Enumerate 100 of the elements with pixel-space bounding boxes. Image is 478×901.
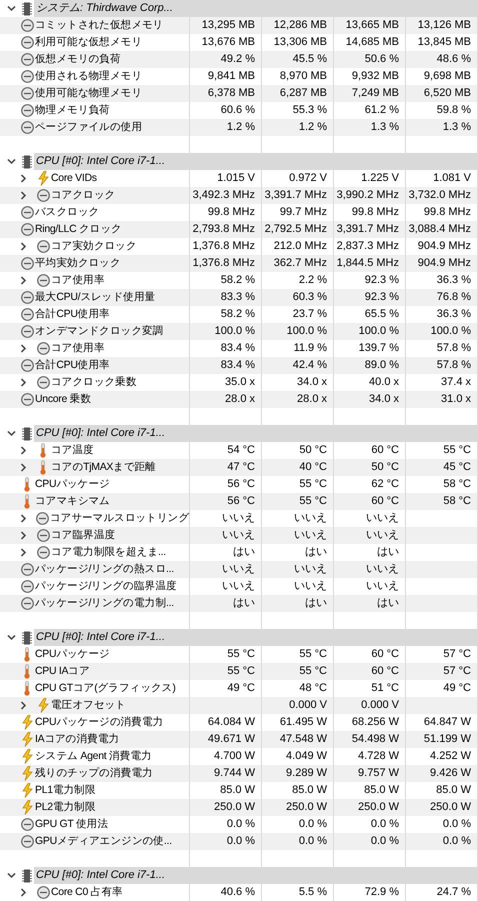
sensor-value: 42.4 % <box>292 358 327 374</box>
chip-icon <box>22 868 32 882</box>
sensor-value: 99.7 MHz <box>280 205 327 220</box>
sensor-label: コア温度 <box>51 442 94 458</box>
sensor-label: PL1電力制限 <box>35 782 96 798</box>
sensor-value: いいえ <box>366 562 399 578</box>
sensor-value: いいえ <box>222 562 255 578</box>
sensor-value: 100.0 % <box>358 324 399 340</box>
sensor-value: 58 °C <box>443 494 471 510</box>
sensor-value: 59.8 % <box>436 103 471 118</box>
sensor-value: 1.3 % <box>370 120 399 136</box>
chevron-right-icon[interactable] <box>20 701 27 710</box>
sensor-group-title: CPU [#0]: Intel Core i7-1... <box>34 425 189 442</box>
sensor-label: 利用可能な仮想メモリ <box>35 34 142 50</box>
sensor-value: 100.0 % <box>286 324 327 340</box>
sensor-value: 139.7 % <box>358 341 399 356</box>
sensor-value: 4.728 W <box>358 749 399 764</box>
thermometer-icon <box>23 664 31 679</box>
sensor-label: CPU IAコア <box>35 664 90 679</box>
sensor-value: 3,990.2 MHz <box>336 188 399 204</box>
sensor-value: 58.2 % <box>220 273 255 288</box>
sensor-label: コア使用率 <box>51 340 105 356</box>
sensor-value: 23.7 % <box>292 307 327 322</box>
sensor-value: 64.847 W <box>424 715 471 730</box>
sensor-label: Uncore 乗数 <box>35 392 92 407</box>
sensor-value: 56 °C <box>227 477 255 492</box>
sensor-value: 1,844.5 MHz <box>336 256 399 272</box>
sensor-value: 54.498 W <box>352 732 399 748</box>
sensor-value: いいえ <box>222 579 255 594</box>
sensor-value: 57.8 % <box>436 341 471 356</box>
sensor-label: パッケージ/リングの臨界温度 <box>35 578 177 594</box>
sensor-value: はい <box>233 545 255 560</box>
sensor-value: 60 °C <box>371 494 399 510</box>
chevron-right-icon[interactable] <box>20 242 27 251</box>
sensor-value: 100.0 % <box>214 324 255 340</box>
sensor-value: 55 °C <box>299 647 327 662</box>
chevron-down-icon[interactable] <box>6 5 16 12</box>
chevron-right-icon[interactable] <box>20 378 27 387</box>
lightning-icon <box>22 749 32 764</box>
lightning-icon <box>22 766 32 781</box>
sensor-value: 49.671 W <box>208 732 255 748</box>
sensor-value: 0.000 V <box>361 698 399 714</box>
sensor-label: Core VIDs <box>51 170 97 186</box>
chip-icon <box>22 2 32 16</box>
sensor-value: 85.0 W <box>436 783 471 798</box>
sensor-value: 68.256 W <box>352 715 399 730</box>
sensor-value: はい <box>377 596 399 612</box>
sensor-label: コア臨界温度 <box>51 528 116 543</box>
sensor-value: いいえ <box>366 579 399 594</box>
sensor-value: 64.084 W <box>208 715 255 730</box>
sensor-label: CPU GTコア(グラフィックス) <box>35 680 176 696</box>
sensor-value: 55.3 % <box>292 103 327 118</box>
sensor-value: 83.3 % <box>220 290 255 306</box>
sensor-value: 35.0 x <box>225 375 255 390</box>
sensor-group-title: CPU [#0]: Intel Core i7-1... <box>34 867 189 884</box>
chip-icon <box>22 426 32 440</box>
sensor-value: 58 °C <box>443 477 471 492</box>
sensor-value: いいえ <box>294 562 327 578</box>
sensor-value: 49 °C <box>227 681 255 696</box>
sensor-value: 250.0 W <box>214 800 255 816</box>
sensor-group-title: CPU [#0]: Intel Core i7-1... <box>34 153 189 170</box>
chevron-down-icon[interactable] <box>6 430 16 437</box>
sensor-value: 60 °C <box>371 664 399 680</box>
sensor-value: 57.8 % <box>436 358 471 374</box>
sensor-value: 99.8 MHz <box>208 205 255 220</box>
sensor-value: 12,286 MB <box>274 18 327 34</box>
sensor-value: 0.0 % <box>226 817 255 832</box>
sensor-value: 99.8 MHz <box>424 205 471 220</box>
sensor-value: 60 °C <box>371 443 399 458</box>
thermometer-icon <box>23 681 31 696</box>
sensor-value: 54 °C <box>227 443 255 458</box>
sensor-value: 55 °C <box>227 664 255 680</box>
chevron-down-icon[interactable] <box>6 872 16 879</box>
sensor-value: 250.0 W <box>286 800 327 816</box>
sensor-value: 92.3 % <box>364 273 399 288</box>
sensor-label: Core C0 占有率 <box>51 884 123 900</box>
sensor-value: 92.3 % <box>364 290 399 306</box>
chevron-down-icon[interactable] <box>6 158 16 165</box>
sensor-value: 0.0 % <box>442 834 471 850</box>
sensor-value: 2,837.3 MHz <box>336 239 399 254</box>
sensor-value: 60 °C <box>371 647 399 662</box>
sensor-value: 72.9 % <box>364 885 399 900</box>
sensor-value: 55 °C <box>443 443 471 458</box>
sensor-label: CPUパッケージの消費電力 <box>35 714 164 730</box>
sensor-value: 57 °C <box>443 647 471 662</box>
sensor-value: 13,295 MB <box>202 18 255 34</box>
thermometer-icon <box>23 477 31 492</box>
chip-icon <box>22 630 32 644</box>
chevron-right-icon[interactable] <box>20 276 27 285</box>
sensor-value: 0.0 % <box>298 834 327 850</box>
sensor-value: 1.015 V <box>217 171 255 186</box>
chevron-right-icon[interactable] <box>20 344 27 353</box>
sensor-label: CPUパッケージ <box>35 646 110 662</box>
chevron-down-icon[interactable] <box>6 634 16 641</box>
sensor-label: バスクロック <box>35 204 100 220</box>
chevron-right-icon[interactable] <box>20 888 27 897</box>
sensor-value: 34.0 x <box>297 375 327 390</box>
sensor-value: 28.0 x <box>297 392 327 408</box>
sensor-value: 40.0 x <box>369 375 399 390</box>
sensor-value: 6,520 MB <box>424 86 471 102</box>
